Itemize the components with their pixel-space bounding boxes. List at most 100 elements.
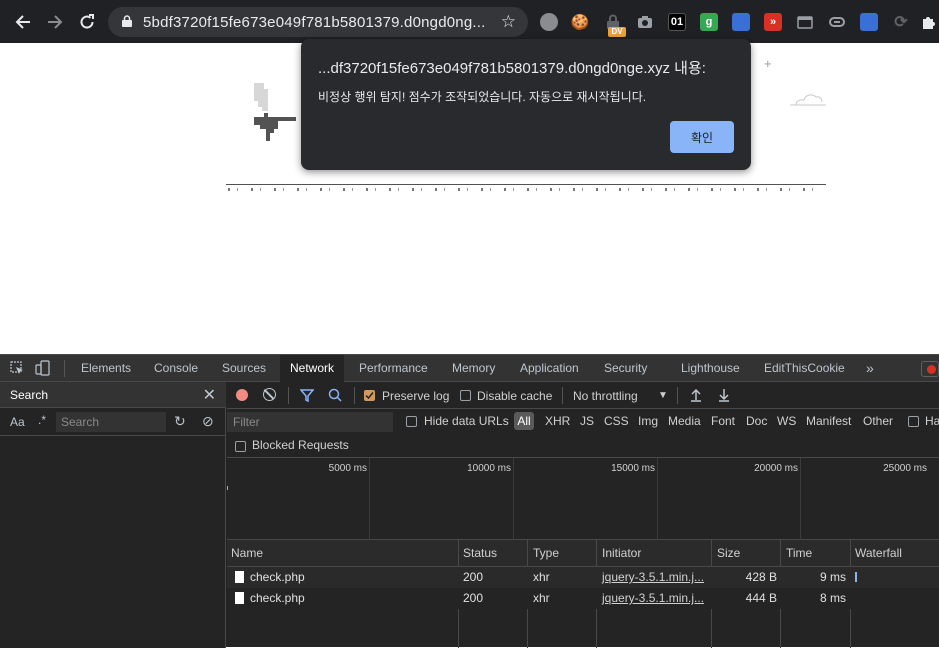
disable-cache-checkbox[interactable]: [460, 390, 471, 401]
import-har-icon[interactable]: [690, 388, 702, 402]
error-icon: [927, 365, 936, 374]
tab-application[interactable]: Application: [520, 355, 579, 382]
url-text: 5bdf3720f15fe673e049f781b5801379.d0ngd0n…: [143, 14, 486, 31]
column-size[interactable]: Size: [717, 546, 740, 560]
table-row[interactable]: check.php 200 xhr jquery-3.5.1.min.j... …: [227, 567, 939, 588]
link-extension-icon[interactable]: [828, 13, 846, 31]
reload-icon[interactable]: [76, 11, 98, 33]
address-bar[interactable]: 5bdf3720f15fe673e049f781b5801379.d0ngd0n…: [108, 7, 528, 37]
blocked-requests-checkbox[interactable]: [235, 441, 246, 452]
row-status: 200: [463, 570, 484, 584]
google-extension-icon[interactable]: g: [700, 13, 718, 31]
tab-network[interactable]: Network: [280, 355, 345, 382]
star-sparkle-icon: +: [764, 56, 772, 71]
alert-dialog: ...df3720f15fe673e049f781b5801379.d0ngd0…: [301, 39, 751, 170]
search-icon[interactable]: [328, 388, 342, 402]
red-extension-icon[interactable]: »: [764, 13, 782, 31]
extensions-puzzle-icon[interactable]: [920, 13, 938, 31]
filter-type-ws[interactable]: WS: [777, 414, 796, 428]
filter-type-js[interactable]: JS: [580, 414, 594, 428]
column-type[interactable]: Type: [533, 546, 559, 560]
column-initiator[interactable]: Initiator: [602, 546, 641, 560]
has-blocked-cookies-checkbox[interactable]: [908, 416, 919, 427]
row-type: xhr: [533, 570, 550, 584]
network-overview-timeline[interactable]: 5000 ms 10000 ms 15000 ms 20000 ms 25000…: [227, 458, 939, 540]
filter-type-other[interactable]: Other: [863, 414, 893, 428]
row-initiator-link[interactable]: jquery-3.5.1.min.j...: [602, 570, 704, 584]
table-row[interactable]: check.php 200 xhr jquery-3.5.1.min.j... …: [227, 588, 939, 609]
filter-type-css[interactable]: CSS: [604, 414, 629, 428]
filter-type-xhr[interactable]: XHR: [545, 414, 570, 428]
extension-badge: DV: [608, 27, 626, 37]
ok-button[interactable]: 확인: [670, 121, 734, 153]
window-extension-icon[interactable]: [796, 13, 814, 31]
file-icon: [235, 592, 244, 604]
column-time[interactable]: Time: [786, 546, 812, 560]
device-toolbar-icon[interactable]: [35, 360, 51, 381]
filter-type-all[interactable]: All: [514, 412, 534, 430]
refresh-icon[interactable]: ↻: [174, 413, 186, 430]
file-icon: [235, 571, 244, 583]
timeline-label: 5000 ms: [328, 463, 367, 474]
refresh-extension-icon[interactable]: ⟳: [892, 13, 910, 31]
throttling-select[interactable]: No throttling: [573, 389, 638, 403]
export-har-icon[interactable]: [718, 388, 730, 402]
tab-memory[interactable]: Memory: [452, 355, 495, 382]
game-ground-texture: [228, 188, 824, 191]
forward-icon[interactable]: [44, 11, 66, 33]
hide-data-urls-checkbox[interactable]: [406, 416, 417, 427]
preserve-log-label: Preserve log: [382, 389, 450, 403]
filter-type-doc[interactable]: Doc: [746, 414, 767, 428]
close-icon[interactable]: ✕: [203, 385, 216, 405]
row-name: check.php: [250, 570, 305, 584]
network-table-header: Name Status Type Initiator Size Time Wat…: [227, 540, 939, 567]
extension-01-icon[interactable]: 01: [668, 13, 686, 31]
row-size: 428 B: [745, 570, 777, 584]
clear-icon[interactable]: ⊘: [202, 413, 214, 430]
regex-toggle[interactable]: .*: [38, 413, 46, 427]
column-name[interactable]: Name: [231, 546, 263, 560]
clear-log-icon[interactable]: [263, 388, 276, 401]
search-drawer: Search ✕ Aa .* Search ↻ ⊘: [0, 382, 226, 648]
column-waterfall[interactable]: Waterfall: [855, 546, 902, 560]
camera-icon[interactable]: [636, 13, 654, 31]
row-initiator-link[interactable]: jquery-3.5.1.min.j...: [602, 591, 704, 605]
flag-extension-icon[interactable]: [860, 13, 878, 31]
preserve-log-checkbox[interactable]: [364, 390, 375, 401]
search-drawer-title: Search: [10, 388, 49, 402]
match-case-toggle[interactable]: Aa: [10, 415, 25, 429]
column-status[interactable]: Status: [463, 546, 497, 560]
waterfall-bar: [855, 572, 857, 582]
game-ground-line: [226, 184, 826, 185]
search-bar: Aa .* Search ↻ ⊘: [0, 408, 226, 436]
filter-icon[interactable]: [300, 389, 314, 402]
blue-extension-icon[interactable]: [732, 13, 750, 31]
tab-console[interactable]: Console: [154, 355, 198, 382]
record-icon[interactable]: [236, 389, 248, 401]
search-input[interactable]: Search: [56, 412, 166, 432]
inspect-element-icon[interactable]: [10, 361, 24, 380]
dino-game-character: [254, 83, 296, 141]
tab-sources[interactable]: Sources: [222, 355, 266, 382]
extension-circle-icon[interactable]: [540, 13, 558, 31]
row-type: xhr: [533, 591, 550, 605]
dialog-message: 비정상 행위 탐지! 점수가 조작되었습니다. 자동으로 재시작됩니다.: [318, 90, 647, 104]
filter-type-img[interactable]: Img: [638, 414, 658, 428]
bookmark-star-icon[interactable]: ☆: [501, 12, 516, 32]
search-drawer-header: Search ✕: [0, 382, 226, 408]
filter-type-font[interactable]: Font: [711, 414, 735, 428]
tab-performance[interactable]: Performance: [359, 355, 428, 382]
cookie-extension-icon[interactable]: 🍪: [571, 13, 590, 31]
more-tabs-icon[interactable]: »: [866, 355, 874, 382]
devtools-panel: Elements Console Sources Network Perform…: [0, 354, 939, 648]
timeline-label: 15000 ms: [611, 463, 655, 474]
error-indicator[interactable]: [921, 361, 939, 377]
tab-security[interactable]: Security: [604, 355, 647, 382]
filter-type-media[interactable]: Media: [668, 414, 701, 428]
tab-elements[interactable]: Elements: [81, 355, 131, 382]
tab-lighthouse[interactable]: Lighthouse: [681, 355, 740, 382]
filter-type-manifest[interactable]: Manifest: [806, 414, 851, 428]
tab-editthiscookie[interactable]: EditThisCookie: [764, 355, 845, 382]
back-icon[interactable]: [12, 11, 34, 33]
filter-input[interactable]: Filter: [227, 412, 393, 432]
